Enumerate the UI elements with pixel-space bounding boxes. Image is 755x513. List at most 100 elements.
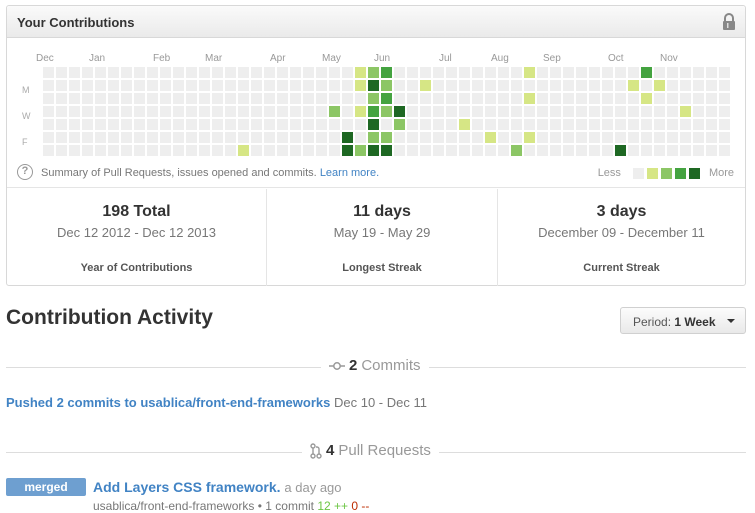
calendar-day-cell[interactable] [316, 93, 327, 104]
calendar-day-cell[interactable] [472, 132, 483, 143]
calendar-day-cell[interactable] [212, 67, 223, 78]
calendar-day-cell[interactable] [511, 119, 522, 130]
calendar-day-cell[interactable] [43, 145, 54, 156]
calendar-day-cell[interactable] [95, 119, 106, 130]
calendar-day-cell[interactable] [290, 80, 301, 91]
calendar-day-cell[interactable] [303, 132, 314, 143]
calendar-day-cell[interactable] [524, 119, 535, 130]
calendar-day-cell[interactable] [537, 67, 548, 78]
calendar-day-cell[interactable] [563, 106, 574, 117]
calendar-day-cell[interactable] [550, 106, 561, 117]
calendar-day-cell[interactable] [43, 67, 54, 78]
calendar-day-cell[interactable] [277, 106, 288, 117]
calendar-day-cell[interactable] [459, 145, 470, 156]
calendar-day-cell[interactable] [173, 93, 184, 104]
calendar-day-cell[interactable] [186, 67, 197, 78]
calendar-day-cell[interactable] [82, 106, 93, 117]
pull-request-link[interactable]: Add Layers CSS framework. [93, 479, 281, 495]
calendar-day-cell[interactable] [641, 119, 652, 130]
calendar-day-cell[interactable] [693, 67, 704, 78]
calendar-day-cell[interactable] [225, 106, 236, 117]
calendar-day-cell[interactable] [82, 80, 93, 91]
calendar-day-cell[interactable] [134, 145, 145, 156]
calendar-day-cell[interactable] [251, 132, 262, 143]
calendar-day-cell[interactable] [355, 67, 366, 78]
calendar-day-cell[interactable] [69, 80, 80, 91]
calendar-day-cell[interactable] [641, 106, 652, 117]
calendar-day-cell[interactable] [316, 132, 327, 143]
calendar-day-cell[interactable] [264, 93, 275, 104]
calendar-day-cell[interactable] [212, 119, 223, 130]
calendar-day-cell[interactable] [485, 119, 496, 130]
calendar-day-cell[interactable] [238, 67, 249, 78]
calendar-day-cell[interactable] [420, 106, 431, 117]
calendar-day-cell[interactable] [264, 67, 275, 78]
calendar-day-cell[interactable] [550, 119, 561, 130]
calendar-day-cell[interactable] [394, 67, 405, 78]
calendar-day-cell[interactable] [121, 119, 132, 130]
calendar-day-cell[interactable] [69, 93, 80, 104]
calendar-day-cell[interactable] [290, 67, 301, 78]
calendar-day-cell[interactable] [355, 93, 366, 104]
calendar-day-cell[interactable] [524, 145, 535, 156]
calendar-day-cell[interactable] [381, 119, 392, 130]
calendar-day-cell[interactable] [472, 119, 483, 130]
calendar-day-cell[interactable] [667, 132, 678, 143]
calendar-day-cell[interactable] [459, 67, 470, 78]
calendar-day-cell[interactable] [56, 132, 67, 143]
calendar-day-cell[interactable] [238, 132, 249, 143]
calendar-day-cell[interactable] [82, 132, 93, 143]
calendar-day-cell[interactable] [251, 80, 262, 91]
calendar-day-cell[interactable] [719, 80, 730, 91]
calendar-day-cell[interactable] [641, 80, 652, 91]
help-icon[interactable]: ? [17, 164, 33, 180]
calendar-day-cell[interactable] [446, 145, 457, 156]
calendar-day-cell[interactable] [524, 132, 535, 143]
calendar-day-cell[interactable] [43, 93, 54, 104]
calendar-day-cell[interactable] [290, 145, 301, 156]
calendar-day-cell[interactable] [563, 93, 574, 104]
calendar-day-cell[interactable] [550, 67, 561, 78]
calendar-day-cell[interactable] [485, 145, 496, 156]
calendar-day-cell[interactable] [121, 80, 132, 91]
calendar-day-cell[interactable] [537, 80, 548, 91]
calendar-day-cell[interactable] [316, 145, 327, 156]
calendar-day-cell[interactable] [277, 93, 288, 104]
calendar-day-cell[interactable] [186, 80, 197, 91]
calendar-day-cell[interactable] [82, 145, 93, 156]
calendar-day-cell[interactable] [485, 106, 496, 117]
calendar-day-cell[interactable] [147, 93, 158, 104]
calendar-day-cell[interactable] [108, 106, 119, 117]
calendar-day-cell[interactable] [368, 93, 379, 104]
calendar-day-cell[interactable] [212, 145, 223, 156]
calendar-day-cell[interactable] [706, 119, 717, 130]
calendar-day-cell[interactable] [472, 80, 483, 91]
calendar-day-cell[interactable] [316, 119, 327, 130]
calendar-day-cell[interactable] [394, 80, 405, 91]
calendar-day-cell[interactable] [56, 93, 67, 104]
calendar-day-cell[interactable] [381, 106, 392, 117]
calendar-day-cell[interactable] [290, 132, 301, 143]
calendar-day-cell[interactable] [615, 80, 626, 91]
calendar-day-cell[interactable] [251, 106, 262, 117]
calendar-day-cell[interactable] [355, 106, 366, 117]
calendar-day-cell[interactable] [524, 93, 535, 104]
calendar-day-cell[interactable] [615, 132, 626, 143]
calendar-day-cell[interactable] [498, 93, 509, 104]
calendar-day-cell[interactable] [641, 145, 652, 156]
calendar-day-cell[interactable] [277, 67, 288, 78]
calendar-day-cell[interactable] [199, 145, 210, 156]
calendar-day-cell[interactable] [108, 80, 119, 91]
calendar-day-cell[interactable] [719, 132, 730, 143]
calendar-day-cell[interactable] [381, 93, 392, 104]
calendar-day-cell[interactable] [355, 119, 366, 130]
calendar-day-cell[interactable] [628, 93, 639, 104]
calendar-day-cell[interactable] [472, 93, 483, 104]
calendar-day-cell[interactable] [238, 145, 249, 156]
calendar-day-cell[interactable] [238, 93, 249, 104]
calendar-day-cell[interactable] [95, 106, 106, 117]
calendar-day-cell[interactable] [628, 67, 639, 78]
calendar-day-cell[interactable] [329, 132, 340, 143]
calendar-day-cell[interactable] [290, 93, 301, 104]
calendar-day-cell[interactable] [472, 106, 483, 117]
